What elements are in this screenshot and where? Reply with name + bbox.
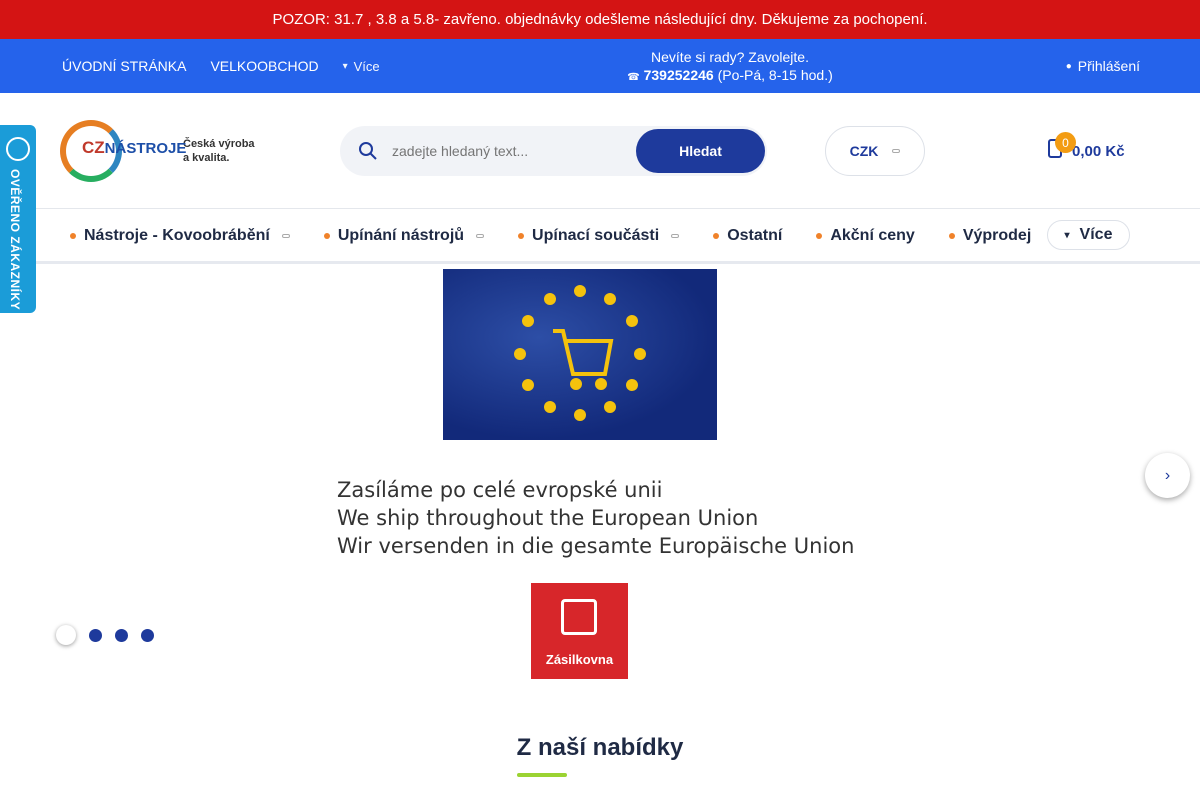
- currency-select[interactable]: CZK: [825, 126, 925, 176]
- top-bar: ÚVODNÍ STRÁNKA VELKOOBCHOD ▾ Více Nevíte…: [0, 39, 1200, 93]
- chevron-right-icon: ›: [1164, 466, 1171, 484]
- category-clearance[interactable]: Výprodej: [948, 226, 1032, 245]
- search-icon: [359, 142, 377, 160]
- search-input[interactable]: [392, 136, 622, 166]
- chevron-down-icon: [476, 233, 485, 238]
- login-label: Přihlášení: [1077, 58, 1140, 74]
- hero-slider: Zasíláme po celé evropské unii We ship t…: [0, 266, 1200, 696]
- category-sale-prices[interactable]: Akční ceny: [816, 226, 915, 245]
- chevron-down-icon: [671, 233, 680, 238]
- search-button[interactable]: Hledat: [636, 129, 765, 173]
- logo-tagline-2: a kvalita.: [183, 152, 230, 164]
- bullet-icon: [518, 232, 525, 239]
- category-more-label: Více: [1079, 226, 1113, 243]
- category-tool-clamping[interactable]: Upínání nástrojů: [323, 226, 485, 245]
- chevron-down-icon: ▾: [1064, 229, 1070, 241]
- phone-hours: (Po-Pá, 8-15 hod.): [717, 67, 833, 83]
- cart-button[interactable]: 0 0,00 Kč: [1046, 131, 1125, 171]
- bullet-icon: [713, 232, 720, 239]
- chevron-down-icon: ▾: [342, 60, 348, 72]
- category-label: Výprodej: [962, 226, 1032, 244]
- logo-tagline-1: Česká výroba: [183, 138, 255, 150]
- eu-flag-cart-image: [443, 269, 717, 440]
- chevron-down-icon: [281, 233, 290, 238]
- top-navigation: ÚVODNÍ STRÁNKA VELKOOBCHOD ▾ Více: [62, 39, 380, 93]
- slide-line-en: We ship throughout the European Union: [337, 506, 759, 530]
- bullet-icon: [816, 232, 823, 239]
- slide-text: Zasíláme po celé evropské unii We ship t…: [337, 476, 854, 560]
- slide-line-cz: Zasíláme po celé evropské unii: [337, 478, 663, 502]
- category-other[interactable]: Ostatní: [713, 227, 782, 245]
- login-link[interactable]: ● Přihlášení: [1066, 39, 1140, 93]
- search-bar: Hledat: [340, 126, 767, 176]
- nav-home-link[interactable]: ÚVODNÍ STRÁNKA: [62, 58, 186, 74]
- cart-total: 0,00 Kč: [1072, 142, 1125, 160]
- slider-dot[interactable]: [141, 628, 154, 642]
- nav-more-label: Více: [353, 58, 380, 74]
- phone-number[interactable]: 739252246: [644, 67, 714, 83]
- category-tools[interactable]: Nástroje - Kovoobrábění: [70, 227, 290, 245]
- eu-stars-cart-icon: [514, 285, 646, 421]
- carrier-label: Zásilkovna: [545, 652, 614, 667]
- category-label: Upínací součásti: [532, 226, 660, 244]
- help-text: Nevíte si rady? Zavolejte.: [651, 49, 809, 65]
- logo-tagline: Česká výroba a kvalita.: [183, 137, 255, 165]
- cart-count-badge: 0: [1055, 132, 1076, 153]
- phone-icon: ☎: [627, 72, 640, 83]
- category-navigation: Nástroje - Kovoobrábění Upínání nástrojů…: [0, 208, 1200, 264]
- logo-text: CZNÁSTROJE: [82, 138, 186, 158]
- site-logo[interactable]: CZNÁSTROJE Česká výroba a kvalita.: [60, 118, 260, 184]
- package-icon: [561, 599, 597, 635]
- slider-pagination: [56, 625, 154, 645]
- category-label: Akční ceny: [830, 226, 915, 244]
- bullet-icon: [948, 232, 955, 239]
- category-label: Ostatní: [727, 226, 783, 244]
- seal-icon: [6, 137, 30, 161]
- closure-notice-text: POZOR: 31.7 , 3.8 a 5.8- zavřeno. objedn…: [272, 11, 928, 28]
- slider-dot[interactable]: [56, 625, 76, 645]
- phone-line: ☎ 739252246 (Po-Pá, 8-15 hod.): [580, 66, 880, 87]
- slider-dot[interactable]: [89, 628, 102, 642]
- category-more-button[interactable]: ▾ Více: [1047, 220, 1130, 250]
- bullet-icon: [70, 232, 76, 239]
- gear-logo-icon: CZNÁSTROJE: [60, 118, 186, 184]
- header: CZNÁSTROJE Česká výroba a kvalita. Hleda…: [0, 93, 1200, 208]
- slide-line-de: Wir versenden in die gesamte Europäische…: [337, 534, 855, 558]
- currency-value: CZK: [849, 143, 879, 159]
- section-title: Z naší nabídky: [516, 734, 684, 761]
- category-clamping-parts[interactable]: Upínací součásti: [518, 226, 680, 245]
- help-contact: Nevíte si rady? Zavolejte. ☎ 739252246 (…: [580, 48, 880, 87]
- category-label: Nástroje - Kovoobrábění: [84, 226, 270, 244]
- chevron-down-icon: [892, 149, 901, 153]
- logo-brand: NÁSTROJE: [104, 140, 187, 157]
- slider-dot[interactable]: [115, 628, 128, 642]
- slider-next-button[interactable]: ›: [1145, 453, 1190, 498]
- nav-more-link[interactable]: ▾ Více: [343, 59, 380, 74]
- bullet-icon: [323, 232, 330, 239]
- closure-notice: POZOR: 31.7 , 3.8 a 5.8- zavřeno. objedn…: [0, 0, 1200, 39]
- nav-wholesale-link[interactable]: VELKOOBCHOD: [210, 58, 318, 74]
- section-title-underline: [517, 773, 567, 777]
- user-icon: ●: [1065, 60, 1072, 72]
- zasilkovna-logo: Zásilkovna: [531, 583, 628, 679]
- category-label: Upínání nástrojů: [337, 226, 465, 244]
- logo-cz: CZ: [82, 138, 105, 157]
